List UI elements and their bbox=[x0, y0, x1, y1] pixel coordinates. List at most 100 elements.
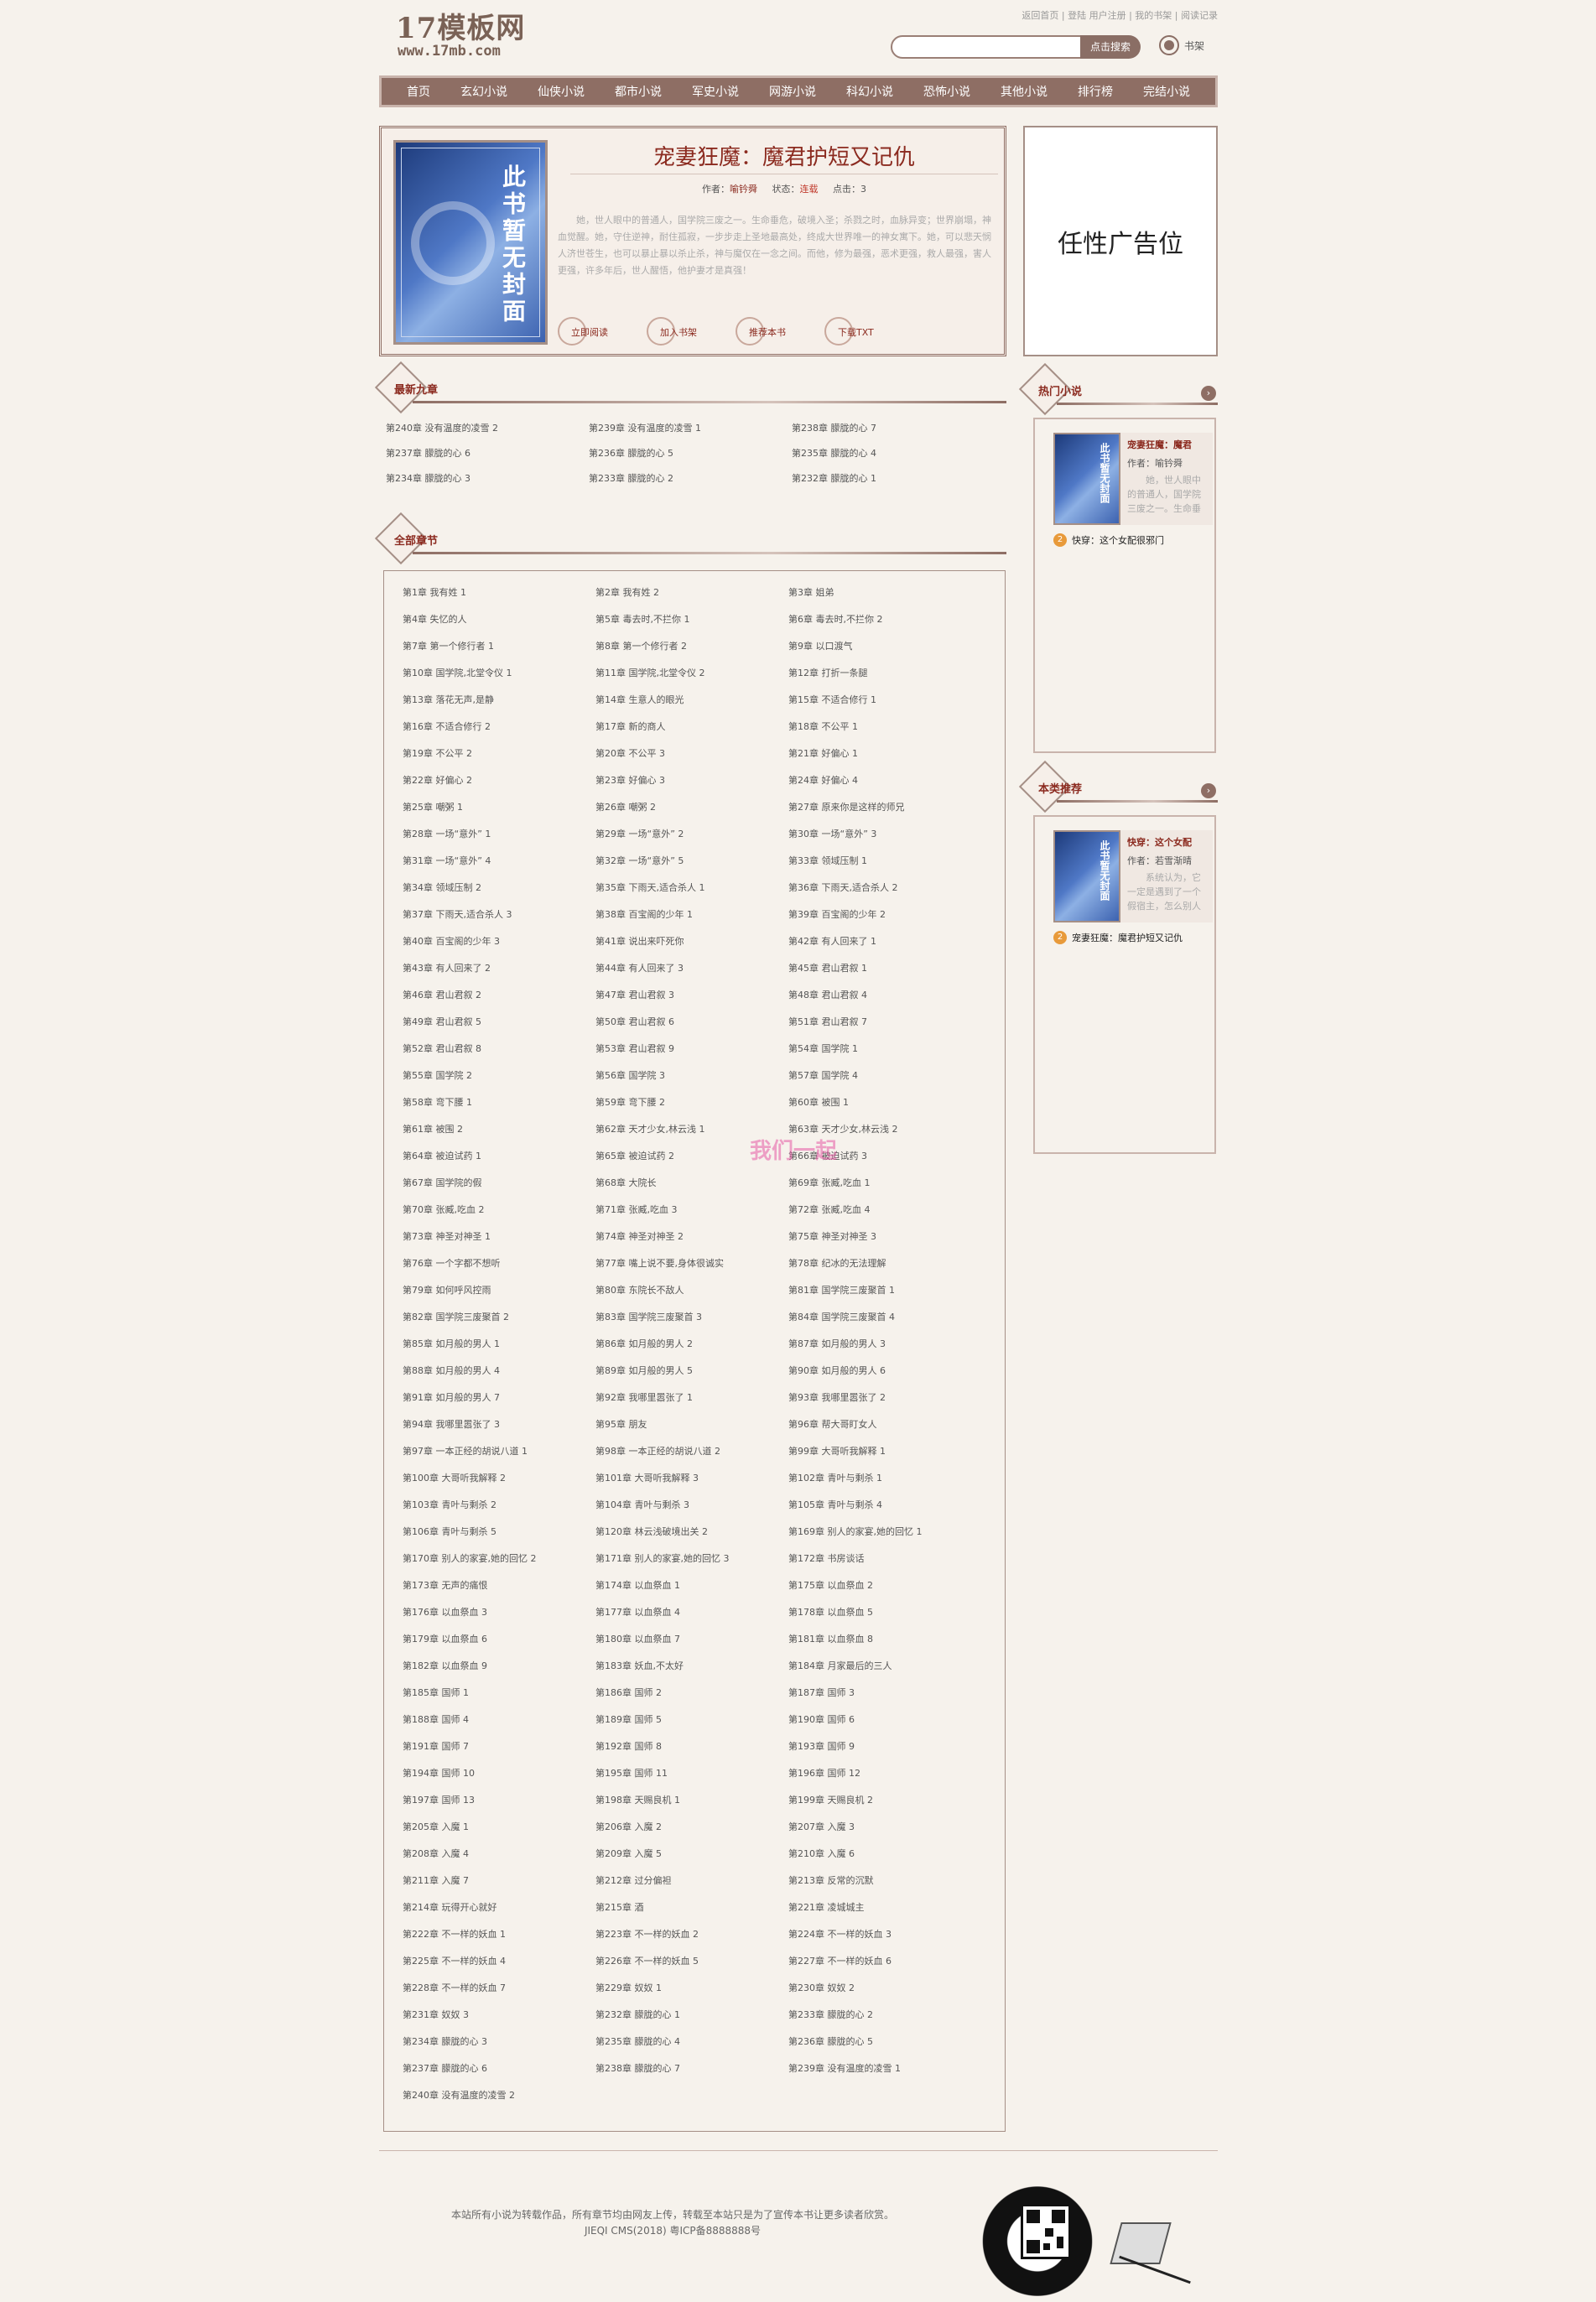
chapter-link[interactable]: 第17章 新的商人 bbox=[595, 720, 788, 735]
chapter-link[interactable]: 第12章 打折一条腿 bbox=[788, 666, 981, 681]
chapter-link[interactable]: 第210章 入魔 6 bbox=[788, 1847, 981, 1862]
chapter-link[interactable]: 第234章 朦胧的心 3 bbox=[403, 2034, 595, 2050]
chapter-link[interactable]: 第46章 君山君叙 2 bbox=[403, 988, 595, 1003]
chapter-link[interactable]: 第236章 朦胧的心 5 bbox=[788, 2034, 981, 2050]
download-txt-button[interactable]: 下载TXT bbox=[824, 317, 913, 347]
home-link[interactable]: 返回首页 bbox=[1022, 10, 1058, 21]
chapter-link[interactable]: 第32章 一场“意外” 5 bbox=[595, 854, 788, 869]
chapter-link[interactable]: 第88章 如月般的男人 4 bbox=[403, 1364, 595, 1379]
chapter-link[interactable]: 第196章 国师 12 bbox=[788, 1766, 981, 1781]
recommend-book-button[interactable]: 推荐本书 bbox=[736, 317, 824, 347]
chapter-link[interactable]: 第226章 不一样的妖血 5 bbox=[595, 1954, 788, 1969]
chapter-link[interactable]: 第14章 生意人的眼光 bbox=[595, 693, 788, 708]
chapter-link[interactable]: 第189章 国师 5 bbox=[595, 1712, 788, 1728]
chapter-link[interactable]: 第173章 无声的痛恨 bbox=[403, 1578, 595, 1593]
nav-kehuan[interactable]: 科幻小说 bbox=[846, 83, 893, 100]
chapter-link[interactable]: 第49章 君山君叙 5 bbox=[403, 1015, 595, 1030]
chapter-link[interactable]: 第33章 领域压制 1 bbox=[788, 854, 981, 869]
nav-completed[interactable]: 完结小说 bbox=[1143, 83, 1190, 100]
chapter-link[interactable]: 第19章 不公平 2 bbox=[403, 746, 595, 761]
chapter-link[interactable]: 第176章 以血祭血 3 bbox=[403, 1605, 595, 1620]
chapter-link[interactable]: 第67章 国学院的假 bbox=[403, 1176, 595, 1191]
search-input[interactable] bbox=[891, 35, 1099, 59]
hot-item[interactable]: 此书暂无封面 宠妻狂魔：魔君 作者：喻钤舜 她，世人眼中的普通人，国学院三废之一… bbox=[1053, 433, 1213, 525]
chapter-link[interactable]: 第229章 奴奴 1 bbox=[595, 1981, 788, 1996]
chapter-link[interactable]: 第23章 好偏心 3 bbox=[595, 773, 788, 788]
nav-kongbu[interactable]: 恐怖小说 bbox=[923, 83, 970, 100]
nav-dushi[interactable]: 都市小说 bbox=[615, 83, 662, 100]
chapter-link[interactable]: 第87章 如月般的男人 3 bbox=[788, 1337, 981, 1352]
chapter-link[interactable]: 第174章 以血祭血 1 bbox=[595, 1578, 788, 1593]
chapter-link[interactable]: 第172章 书房谈话 bbox=[788, 1551, 981, 1567]
latest-chapter-link[interactable]: 第238章 朦胧的心 7 bbox=[792, 421, 995, 436]
chapter-link[interactable]: 第57章 国学院 4 bbox=[788, 1068, 981, 1083]
chapter-link[interactable]: 第37章 下雨天,适合杀人 3 bbox=[403, 907, 595, 922]
bookshelf-button[interactable]: 书架 bbox=[1159, 35, 1204, 55]
my-bookshelf-link[interactable]: 我的书架 bbox=[1135, 10, 1172, 21]
chapter-link[interactable]: 第194章 国师 10 bbox=[403, 1766, 595, 1781]
chapter-link[interactable]: 第52章 君山君叙 8 bbox=[403, 1042, 595, 1057]
chapter-link[interactable]: 第71章 张臧,吃血 3 bbox=[595, 1203, 788, 1218]
chapter-link[interactable]: 第228章 不一样的妖血 7 bbox=[403, 1981, 595, 1996]
chapter-link[interactable]: 第44章 有人回来了 3 bbox=[595, 961, 788, 976]
chapter-link[interactable]: 第171章 别人的家宴,她的回忆 3 bbox=[595, 1551, 788, 1567]
recommend-item[interactable]: 此书暂无封面 快穿：这个女配 作者：若雪渐晴 系统认为，它一定是遇到了一个假宿主… bbox=[1053, 830, 1213, 922]
chapter-link[interactable]: 第205章 入魔 1 bbox=[403, 1820, 595, 1835]
chapter-link[interactable]: 第181章 以血祭血 8 bbox=[788, 1632, 981, 1647]
latest-chapter-link[interactable]: 第236章 朦胧的心 5 bbox=[589, 446, 792, 461]
chapter-link[interactable]: 第29章 一场“意外” 2 bbox=[595, 827, 788, 842]
chapter-link[interactable]: 第79章 如何呼风控雨 bbox=[403, 1283, 595, 1298]
chapter-link[interactable]: 第84章 国学院三废聚首 4 bbox=[788, 1310, 981, 1325]
latest-chapter-link[interactable]: 第234章 朦胧的心 3 bbox=[386, 471, 589, 486]
chapter-link[interactable]: 第225章 不一样的妖血 4 bbox=[403, 1954, 595, 1969]
chapter-link[interactable]: 第214章 玩得开心就好 bbox=[403, 1900, 595, 1915]
book-author[interactable]: 喻钤舜 bbox=[730, 184, 757, 195]
chapter-link[interactable]: 第45章 君山君叙 1 bbox=[788, 961, 981, 976]
chapter-link[interactable]: 第106章 青叶与剩杀 5 bbox=[403, 1525, 595, 1540]
chapter-link[interactable]: 第73章 神圣对神圣 1 bbox=[403, 1229, 595, 1245]
chapter-link[interactable]: 第212章 过分偏袒 bbox=[595, 1873, 788, 1889]
chapter-link[interactable]: 第98章 一本正经的胡说八道 2 bbox=[595, 1444, 788, 1459]
chapter-link[interactable]: 第179章 以血祭血 6 bbox=[403, 1632, 595, 1647]
chapter-link[interactable]: 第51章 君山君叙 7 bbox=[788, 1015, 981, 1030]
chapter-link[interactable]: 第10章 国学院,北堂令仪 1 bbox=[403, 666, 595, 681]
chapter-link[interactable]: 第25章 嘲粥 1 bbox=[403, 800, 595, 815]
chapter-link[interactable]: 第90章 如月般的男人 6 bbox=[788, 1364, 981, 1379]
chapter-link[interactable]: 第20章 不公平 3 bbox=[595, 746, 788, 761]
chapter-link[interactable]: 第169章 别人的家宴,她的回忆 1 bbox=[788, 1525, 981, 1540]
chapter-link[interactable]: 第178章 以血祭血 5 bbox=[788, 1605, 981, 1620]
chapter-link[interactable]: 第94章 我哪里嚣张了 3 bbox=[403, 1417, 595, 1432]
chapter-link[interactable]: 第86章 如月般的男人 2 bbox=[595, 1337, 788, 1352]
chapter-link[interactable]: 第70章 张臧,吃血 2 bbox=[403, 1203, 595, 1218]
chapter-link[interactable]: 第91章 如月般的男人 7 bbox=[403, 1390, 595, 1406]
chapter-link[interactable]: 第187章 国师 3 bbox=[788, 1686, 981, 1701]
chapter-link[interactable]: 第11章 国学院,北堂令仪 2 bbox=[595, 666, 788, 681]
chapter-link[interactable]: 第100章 大哥听我解释 2 bbox=[403, 1471, 595, 1486]
chapter-link[interactable]: 第43章 有人回来了 2 bbox=[403, 961, 595, 976]
chapter-link[interactable]: 第238章 朦胧的心 7 bbox=[595, 2061, 788, 2076]
chapter-link[interactable]: 第36章 下雨天,适合杀人 2 bbox=[788, 881, 981, 896]
chapter-link[interactable]: 第21章 好偏心 1 bbox=[788, 746, 981, 761]
chapter-link[interactable]: 第24章 好偏心 4 bbox=[788, 773, 981, 788]
chapter-link[interactable]: 第120章 林云浅破境出关 2 bbox=[595, 1525, 788, 1540]
chapter-link[interactable]: 第3章 姐弟 bbox=[788, 585, 981, 600]
chapter-link[interactable]: 第211章 入魔 7 bbox=[403, 1873, 595, 1889]
chapter-link[interactable]: 第206章 入魔 2 bbox=[595, 1820, 788, 1835]
chapter-link[interactable]: 第2章 我有姓 2 bbox=[595, 585, 788, 600]
chapter-link[interactable]: 第54章 国学院 1 bbox=[788, 1042, 981, 1057]
recommend-title[interactable]: 快穿：这个女配 bbox=[1127, 835, 1192, 849]
chapter-link[interactable]: 第221章 凌城城主 bbox=[788, 1900, 981, 1915]
chapter-link[interactable]: 第230章 奴奴 2 bbox=[788, 1981, 981, 1996]
chapter-link[interactable]: 第235章 朦胧的心 4 bbox=[595, 2034, 788, 2050]
chapter-link[interactable]: 第224章 不一样的妖血 3 bbox=[788, 1927, 981, 1942]
chapter-link[interactable]: 第64章 被迫试药 1 bbox=[403, 1149, 595, 1164]
chapter-link[interactable]: 第97章 一本正经的胡说八道 1 bbox=[403, 1444, 595, 1459]
chapter-link[interactable]: 第1章 我有姓 1 bbox=[403, 585, 595, 600]
chapter-link[interactable]: 第39章 百宝阁的少年 2 bbox=[788, 907, 981, 922]
nav-wangyou[interactable]: 网游小说 bbox=[769, 83, 816, 100]
chapter-link[interactable]: 第183章 妖血,不太好 bbox=[595, 1659, 788, 1674]
chapter-link[interactable]: 第22章 好偏心 2 bbox=[403, 773, 595, 788]
chapter-link[interactable]: 第30章 一场“意外” 3 bbox=[788, 827, 981, 842]
chapter-link[interactable]: 第82章 国学院三废聚首 2 bbox=[403, 1310, 595, 1325]
chapter-link[interactable]: 第27章 原来你是这样的师兄 bbox=[788, 800, 981, 815]
